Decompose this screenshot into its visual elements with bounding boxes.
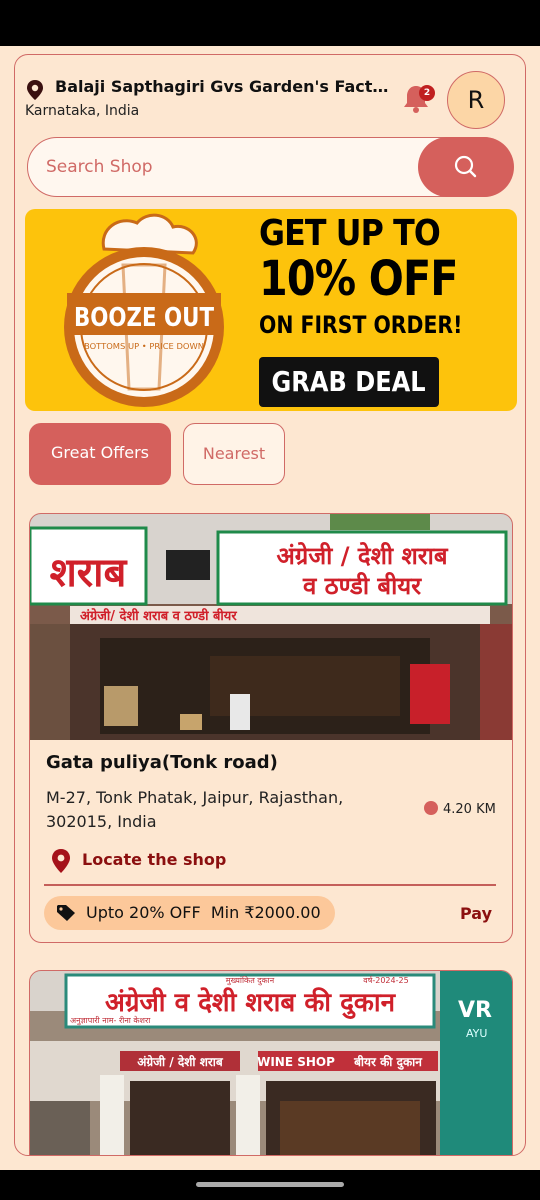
booze-out-logo: BOOZE OUT BOTTOMS UP • PRICE DOWN — [64, 213, 224, 407]
min-order-text: Min ₹2000.00 — [210, 903, 321, 922]
shop-sign-right-2: व ठण्डी बीयर — [302, 572, 422, 600]
offer-text: Upto 20% OFF — [86, 903, 201, 922]
offer-badge: Upto 20% OFF Min ₹2000.00 — [44, 896, 335, 930]
profile-avatar[interactable]: R — [447, 71, 505, 129]
search-button[interactable] — [417, 136, 514, 197]
shop-distance: 4.20 KM — [424, 801, 496, 817]
banner-headline: GET UP TO — [259, 213, 441, 254]
notification-badge: 2 — [419, 85, 435, 101]
shop-sign-left: शराब — [50, 550, 129, 596]
shop-card[interactable]: शराब अंग्रेजी / देशी शराब व ठण्डी बीयर अ… — [29, 513, 513, 943]
distance-dot-icon — [424, 801, 438, 815]
banner-discount: 10% OFF — [259, 251, 459, 307]
shop2-sign-small-2: वर्ष-2024-25 — [363, 975, 408, 985]
filter-great-offers[interactable]: Great Offers — [29, 423, 171, 485]
main-container: Balaji Sapthagiri Gvs Garden's Factory, … — [14, 54, 526, 1156]
shop2-sign-sub: अनुज्ञापारी नाम- रीना केशरा — [70, 1015, 151, 1026]
search-bar — [27, 136, 514, 197]
shop2-sign-top: अंग्रेजी व देशी शराब की दुकान — [105, 987, 397, 1019]
shop-sign-strip: अंग्रेजी/ देशी शराब व ठण्डी बीयर — [80, 608, 237, 624]
banner-subheadline: ON FIRST ORDER! — [259, 311, 463, 339]
promo-banner[interactable]: BOOZE OUT BOTTOMS UP • PRICE DOWN GET UP… — [25, 209, 517, 411]
grab-deal-button[interactable]: GRAB DEAL — [259, 357, 439, 407]
grab-deal-label: GRAB DEAL — [271, 365, 427, 398]
shop-address: M-27, Tonk Phatak, Jaipur, Rajasthan, 30… — [46, 788, 344, 831]
shop-photo: अंग्रेजी व देशी शराब की दुकान अनुज्ञापार… — [30, 971, 512, 1155]
status-bar — [0, 0, 540, 46]
logo-tagline: BOTTOMS UP • PRICE DOWN — [84, 342, 204, 351]
home-gesture-handle[interactable] — [196, 1182, 344, 1187]
shop-card[interactable]: अंग्रेजी व देशी शराब की दुकान अनुज्ञापार… — [29, 970, 513, 1155]
location-pin-icon — [52, 849, 70, 873]
distance-value: 4.20 KM — [443, 802, 496, 817]
locate-shop-label: Locate the shop — [82, 850, 227, 869]
shop2-sign-small-1: मुख्यांकित दुकान — [226, 975, 275, 986]
shop-name: Gata puliya(Tonk road) — [46, 752, 278, 773]
shop-photo: शराब अंग्रेजी / देशी शराब व ठण्डी बीयर अ… — [30, 514, 512, 740]
shop2-sign-mid-center: WINE SHOP — [257, 1055, 335, 1069]
shop2-sign-mid-left: अंग्रेजी / देशी शराब — [137, 1055, 224, 1069]
tag-icon — [57, 905, 75, 921]
app-screen: Balaji Sapthagiri Gvs Garden's Factory, … — [0, 46, 540, 1170]
shop2-sign-mid-right: बीयर की दुकान — [353, 1055, 423, 1070]
filter-nearest[interactable]: Nearest — [183, 423, 285, 485]
search-input[interactable] — [46, 138, 406, 195]
location-subtitle: Karnataka, India — [25, 103, 140, 119]
side-sign-2: AYU — [466, 1027, 487, 1040]
logo-text: BOOZE OUT — [74, 303, 214, 333]
side-sign-1: VR — [458, 998, 492, 1023]
search-icon — [454, 155, 476, 177]
pay-button[interactable]: Pay — [460, 904, 492, 923]
location-pin-icon — [27, 80, 43, 100]
location-title: Balaji Sapthagiri Gvs Garden's Factory, … — [55, 77, 395, 96]
shop-sign-right-1: अंग्रेजी / देशी शराब — [276, 542, 448, 570]
navigation-bar — [0, 1170, 540, 1200]
card-divider — [44, 884, 496, 886]
